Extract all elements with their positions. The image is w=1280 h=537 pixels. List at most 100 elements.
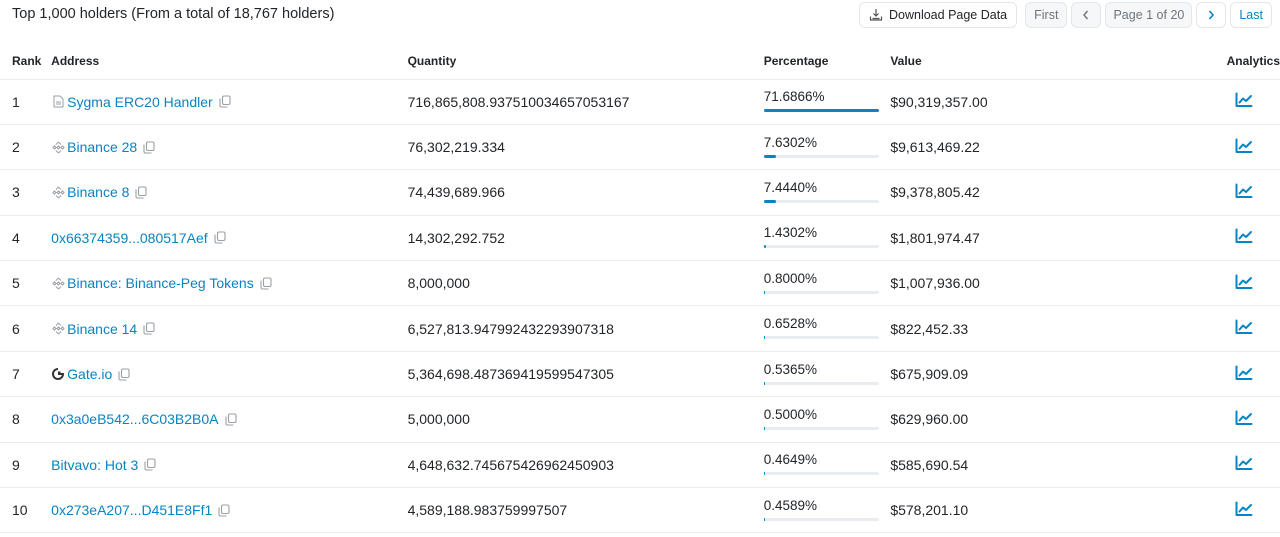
percentage-bar-track bbox=[763, 290, 879, 294]
download-icon bbox=[869, 9, 883, 21]
quantity-cell: 76,302,219.334 bbox=[407, 124, 764, 171]
address-cell: Binance 14 bbox=[51, 305, 408, 352]
address-cell: Binance: Binance-Peg Tokens bbox=[51, 260, 408, 307]
copy-icon[interactable] bbox=[260, 277, 272, 290]
address-cell: 0x273eA207...D451E8Ff1 bbox=[51, 487, 408, 534]
line-chart-icon[interactable] bbox=[1235, 228, 1253, 247]
analytics-cell bbox=[1055, 215, 1280, 262]
rank-cell: 3 bbox=[0, 169, 52, 216]
line-chart-icon[interactable] bbox=[1235, 455, 1253, 474]
line-chart-icon[interactable] bbox=[1235, 183, 1253, 202]
analytics-cell bbox=[1055, 396, 1280, 443]
quantity-cell: 74,439,689.966 bbox=[407, 169, 764, 216]
line-chart-icon[interactable] bbox=[1235, 365, 1253, 384]
binance-logo-icon bbox=[51, 322, 65, 336]
address-link[interactable]: 0x66374359...080517Aef bbox=[51, 230, 207, 246]
rank: 8 bbox=[12, 411, 20, 428]
percentage-text: 0.4589% bbox=[763, 497, 817, 513]
rank: 7 bbox=[12, 366, 20, 383]
value-cell: $675,909.09 bbox=[890, 351, 1056, 398]
value-cell: $1,007,936.00 bbox=[890, 260, 1056, 307]
copy-icon[interactable] bbox=[135, 186, 147, 199]
rank-cell: 2 bbox=[0, 124, 52, 171]
holder-row: 5 Binance: Binance-Peg Tokens 8,000,000 … bbox=[0, 260, 1280, 307]
address-link[interactable]: Binance: Binance-Peg Tokens bbox=[67, 275, 254, 291]
address-link[interactable]: 0x3a0eB542...6C03B2B0A bbox=[51, 411, 218, 427]
percentage-bar-fill bbox=[763, 472, 766, 476]
rank-cell: 4 bbox=[0, 215, 52, 262]
copy-icon[interactable] bbox=[218, 504, 230, 517]
holder-row: 3 Binance 8 74,439,689.966 7.4440% $9,37… bbox=[0, 169, 1280, 216]
quantity-cell: 14,302,292.752 bbox=[407, 215, 764, 262]
rank-cell: 8 bbox=[0, 396, 52, 443]
copy-icon[interactable] bbox=[143, 322, 155, 335]
binance-logo-icon bbox=[51, 185, 65, 199]
percentage-bar-fill bbox=[763, 245, 766, 249]
percentage-bar-track bbox=[763, 154, 879, 158]
holders-summary: Top 1,000 holders (From a total of 18,76… bbox=[12, 6, 335, 22]
percentage-bar-fill bbox=[763, 199, 776, 203]
analytics-cell bbox=[1055, 79, 1280, 125]
address-link[interactable]: Bitvavo: Hot 3 bbox=[51, 457, 138, 473]
copy-icon[interactable] bbox=[219, 95, 231, 108]
rank: 6 bbox=[12, 320, 20, 337]
value: $585,690.54 bbox=[890, 456, 969, 473]
value: $822,452.33 bbox=[890, 320, 969, 337]
line-chart-icon[interactable] bbox=[1235, 319, 1253, 338]
copy-icon[interactable] bbox=[118, 367, 130, 381]
percentage-cell: 7.4440% bbox=[763, 169, 891, 216]
address-link[interactable]: 0x273eA207...D451E8Ff1 bbox=[51, 502, 212, 518]
percentage-bar-fill bbox=[763, 381, 766, 385]
percentage-text: 0.4649% bbox=[763, 452, 817, 468]
quantity-cell: 6,527,813.947992432293907318 bbox=[407, 305, 764, 352]
address-link[interactable]: Binance 28 bbox=[67, 139, 137, 155]
holder-row: 1 Sygma ERC20 Handler 716,865,808.937510… bbox=[0, 79, 1280, 125]
quantity-cell: 5,000,000 bbox=[407, 396, 764, 443]
rank-cell: 7 bbox=[0, 351, 52, 398]
value: $578,201.10 bbox=[890, 502, 969, 519]
percentage-cell: 71.6866% bbox=[763, 79, 891, 125]
value: $90,319,357.00 bbox=[890, 93, 988, 110]
line-chart-icon[interactable] bbox=[1235, 501, 1253, 520]
percentage-cell: 1.4302% bbox=[763, 215, 891, 262]
analytics-cell bbox=[1055, 305, 1280, 352]
download-page-data-button[interactable]: Download Page Data bbox=[859, 2, 1018, 28]
column-analytics: Analytics bbox=[1055, 44, 1280, 80]
address-link[interactable]: Sygma ERC20 Handler bbox=[67, 94, 213, 110]
address-link[interactable]: Binance 14 bbox=[67, 321, 137, 337]
line-chart-icon[interactable] bbox=[1235, 138, 1253, 157]
quantity: 5,364,698.487369419599547305 bbox=[407, 366, 614, 383]
copy-icon[interactable] bbox=[144, 458, 156, 471]
value: $629,960.00 bbox=[890, 411, 969, 428]
percentage-bar-fill bbox=[763, 109, 879, 113]
quantity-cell: 8,000,000 bbox=[407, 260, 764, 307]
percentage-text: 0.5000% bbox=[763, 406, 817, 422]
first-page-button[interactable]: First bbox=[1025, 2, 1068, 28]
percentage-text: 0.5365% bbox=[763, 361, 817, 377]
address-link[interactable]: Binance 8 bbox=[67, 184, 129, 200]
last-page-button[interactable]: Last bbox=[1230, 2, 1272, 28]
next-page-button[interactable] bbox=[1196, 2, 1227, 28]
percentage-text: 1.4302% bbox=[763, 225, 817, 241]
holder-row: 6 Binance 14 6,527,813.94799243229390731… bbox=[0, 305, 1280, 352]
prev-page-button[interactable] bbox=[1071, 2, 1102, 28]
analytics-cell bbox=[1055, 351, 1280, 398]
address-cell: Bitvavo: Hot 3 bbox=[51, 442, 408, 489]
copy-icon[interactable] bbox=[224, 413, 237, 426]
holder-row: 10 0x273eA207...D451E8Ff1 4,589,188.9837… bbox=[0, 487, 1280, 534]
quantity-cell: 4,648,632.745675426962450903 bbox=[407, 442, 764, 489]
chevron-left-icon bbox=[1083, 10, 1089, 20]
line-chart-icon[interactable] bbox=[1235, 274, 1253, 293]
quantity: 5,000,000 bbox=[407, 411, 470, 428]
rank-cell: 10 bbox=[0, 487, 52, 534]
column-percentage: Percentage bbox=[763, 44, 891, 80]
copy-icon[interactable] bbox=[214, 231, 226, 244]
percentage-cell: 0.5365% bbox=[763, 351, 891, 398]
line-chart-icon[interactable] bbox=[1235, 410, 1253, 429]
address-link[interactable]: Gate.io bbox=[67, 366, 112, 382]
holder-row: 9 Bitvavo: Hot 3 4,648,632.7456754269624… bbox=[0, 442, 1280, 489]
column-quantity: Quantity bbox=[407, 44, 764, 80]
value-cell: $90,319,357.00 bbox=[890, 79, 1056, 125]
copy-icon[interactable] bbox=[143, 141, 155, 154]
line-chart-icon[interactable] bbox=[1235, 92, 1253, 111]
